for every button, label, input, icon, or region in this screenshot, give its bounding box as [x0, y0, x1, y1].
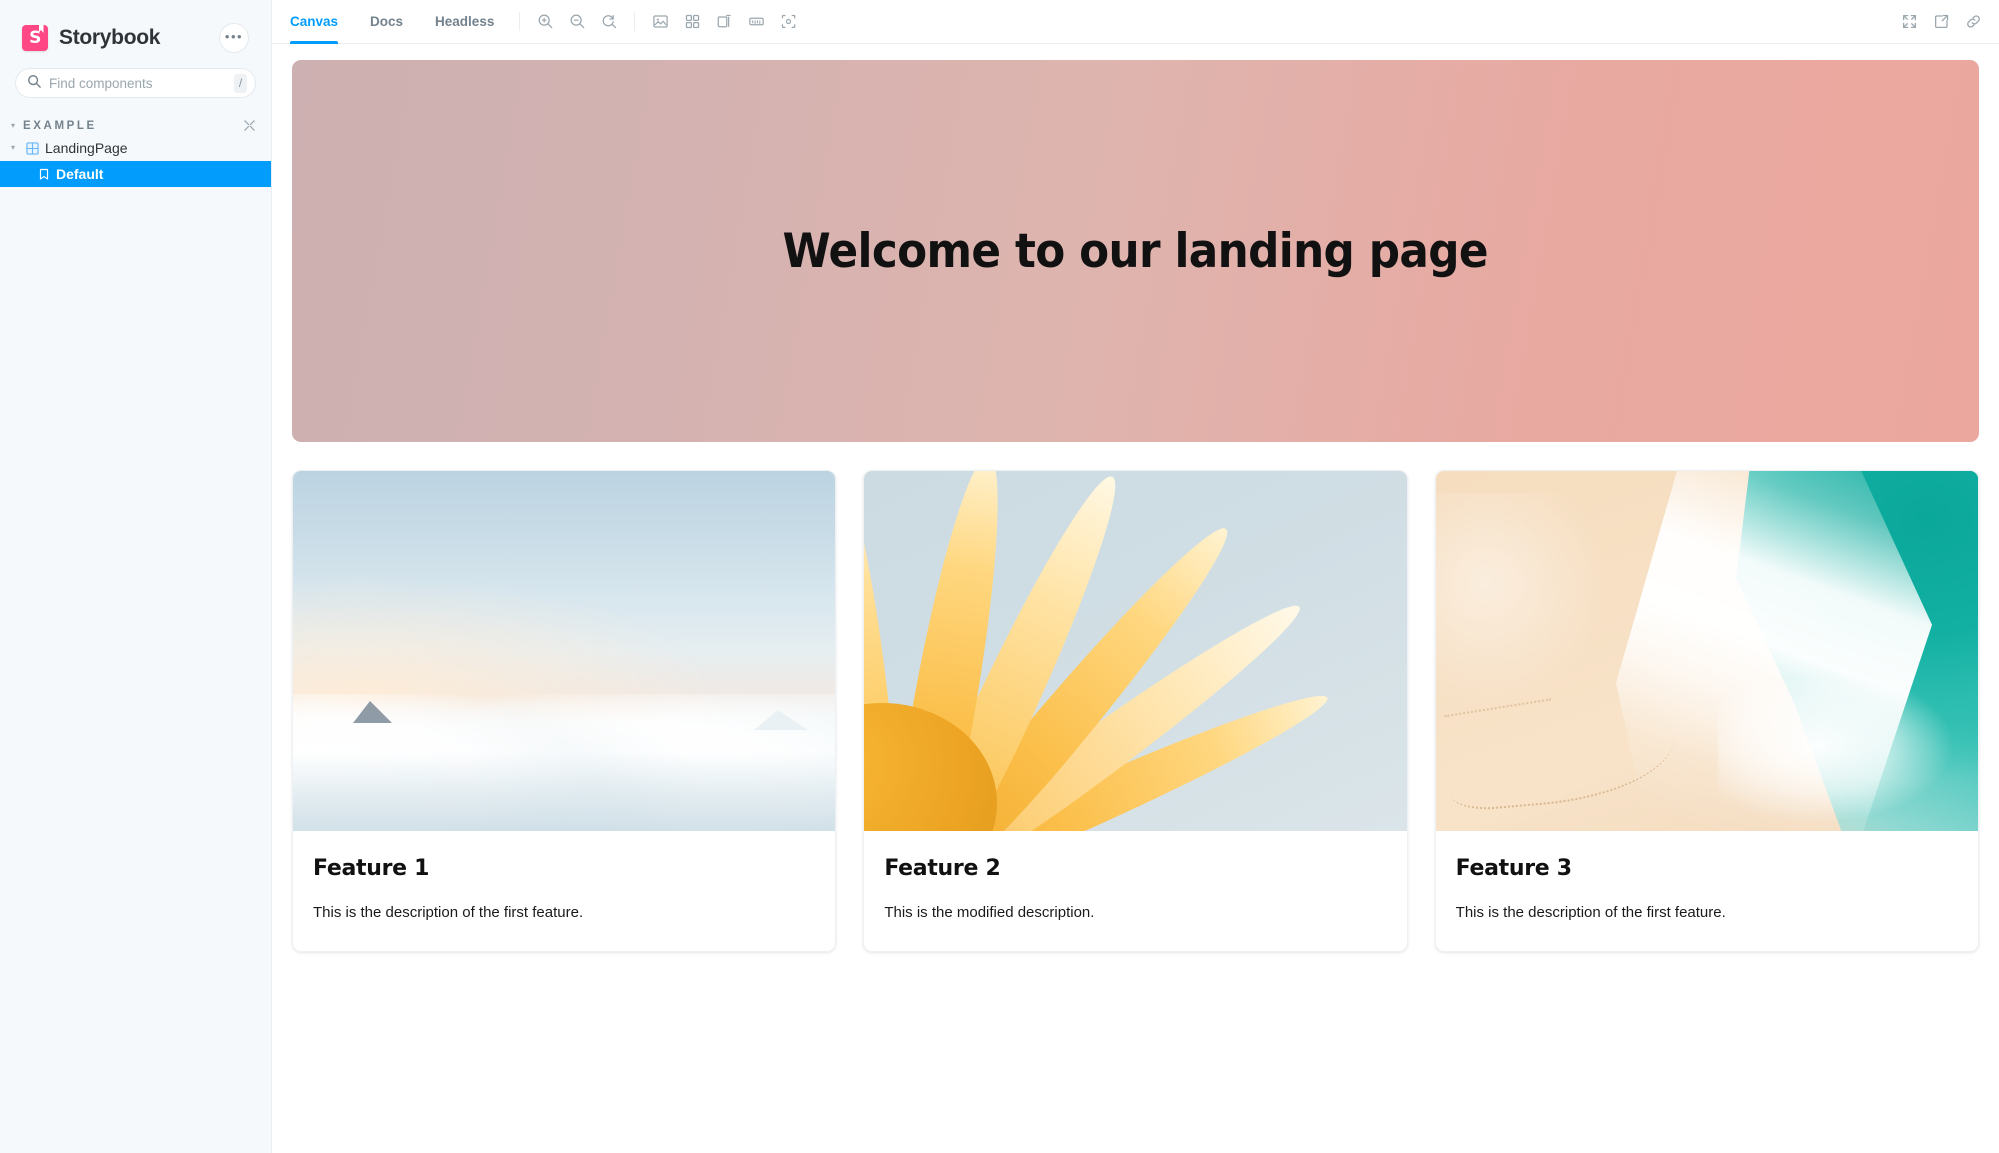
story-canvas: Welcome to our landing page Feature 1 Th… [272, 44, 1999, 1153]
landing-page-story: Welcome to our landing page Feature 1 Th… [272, 44, 1999, 972]
search-icon [27, 74, 41, 93]
sidebar: Storybook ••• / ▾ [0, 0, 271, 1153]
hero-section: Welcome to our landing page [292, 60, 1979, 442]
feature-card-body: Feature 1 This is the description of the… [293, 831, 835, 951]
tab-label: Headless [435, 14, 495, 29]
feature-cards: Feature 1 This is the description of the… [292, 470, 1979, 953]
yellow-petals-image [864, 471, 1407, 831]
tree-group-label: EXAMPLE [23, 119, 97, 132]
storybook-app: Storybook ••• / ▾ [0, 0, 1999, 1153]
tab-canvas[interactable]: Canvas [272, 0, 354, 44]
search-box[interactable]: / [15, 68, 256, 98]
storybook-logo-icon [22, 25, 48, 51]
brand[interactable]: Storybook [22, 25, 160, 51]
sidebar-item-landingpage[interactable]: ▾ LandingPage [0, 135, 271, 161]
sidebar-item-label: LandingPage [45, 140, 128, 156]
sidebar-item-label: Default [56, 166, 104, 182]
mountain-peak-shape [352, 701, 392, 723]
backgrounds-icon[interactable] [645, 0, 675, 43]
sidebar-menu-button[interactable]: ••• [219, 23, 249, 53]
feature-card[interactable]: Feature 1 This is the description of the… [292, 470, 837, 953]
tree-group-left: ▾ EXAMPLE [6, 120, 97, 132]
feature-card[interactable]: Feature 2 This is the modified descripti… [863, 470, 1408, 953]
zoom-reset-icon[interactable] [594, 0, 624, 43]
tab-label: Docs [370, 14, 404, 29]
sidebar-item-default[interactable]: Default [0, 161, 271, 187]
feature-card[interactable]: Feature 3 This is the description of the… [1434, 470, 1979, 953]
feature-card-description: This is the description of the first fea… [313, 904, 584, 921]
chevron-down-icon[interactable]: ▾ [6, 144, 20, 152]
fullscreen-icon[interactable] [1894, 0, 1924, 43]
hero-title: Welcome to our landing page [782, 223, 1489, 279]
toolbar-left-group: Canvas Docs Headless [272, 0, 804, 44]
feature-card-description: This is the description of the first fea… [1455, 904, 1726, 921]
main-panel: Canvas Docs Headless Welcome to our land… [271, 0, 1999, 1153]
ellipsis-icon: ••• [224, 29, 244, 44]
measure-icon[interactable] [741, 0, 771, 43]
feature-card-title: Feature 2 [884, 856, 1001, 881]
tab-headless[interactable]: Headless [419, 0, 510, 43]
sidebar-header: Storybook ••• [0, 0, 271, 62]
feature-card-body: Feature 2 This is the modified descripti… [864, 831, 1406, 951]
search-container: / [0, 62, 271, 98]
feature-card-description: This is the modified description. [884, 904, 1095, 921]
grid-icon[interactable] [677, 0, 707, 43]
tree-group-example[interactable]: ▾ EXAMPLE [0, 116, 271, 135]
feature-card-title: Feature 1 [313, 856, 430, 881]
open-new-tab-icon[interactable] [1926, 0, 1956, 43]
search-input[interactable] [49, 75, 226, 91]
outline-icon[interactable] [773, 0, 803, 43]
feature-card-body: Feature 3 This is the description of the… [1436, 831, 1978, 951]
copy-link-icon[interactable] [1958, 0, 1988, 43]
toolbar-divider [634, 12, 636, 31]
feature-card-title: Feature 3 [1455, 856, 1572, 881]
aerial-beach-image [1435, 471, 1978, 831]
search-shortcut-key: / [234, 73, 247, 93]
component-tree: ▾ EXAMPLE ▾ LandingPage Default [0, 98, 271, 187]
viewport-icon[interactable] [709, 0, 739, 43]
mountain-peak-shape [754, 710, 809, 731]
zoom-out-icon[interactable] [562, 0, 592, 43]
collapse-all-icon[interactable] [243, 119, 256, 132]
toolbar-divider [519, 12, 521, 31]
tab-label: Canvas [290, 14, 339, 29]
zoom-in-icon[interactable] [530, 0, 560, 43]
canvas-toolbar: Canvas Docs Headless [272, 0, 1999, 44]
bookmark-icon [38, 168, 50, 181]
surf-foam-shape [1717, 679, 1968, 831]
chevron-down-icon[interactable]: ▾ [6, 121, 20, 130]
tab-docs[interactable]: Docs [354, 0, 419, 43]
component-grid-icon [26, 141, 39, 155]
brand-name: Storybook [59, 26, 161, 49]
toolbar-right-group [1893, 0, 1989, 43]
canvas-shell: Canvas Docs Headless Welcome to our land… [271, 0, 1999, 1153]
clouds-over-mountains-image [293, 471, 836, 831]
